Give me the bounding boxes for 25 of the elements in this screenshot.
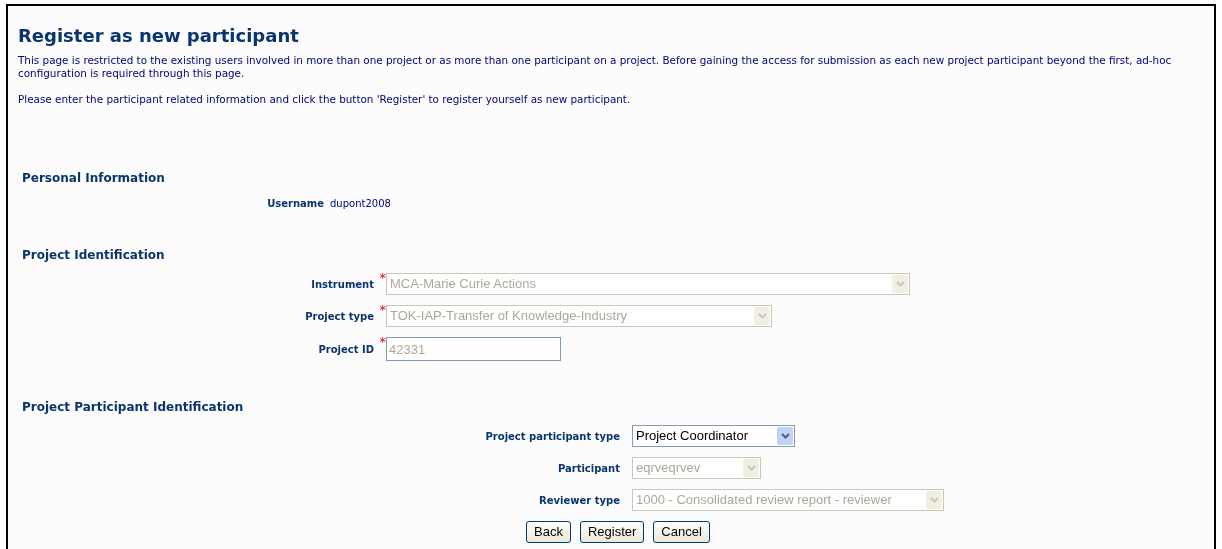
form-button[interactable]: Back [526, 521, 571, 543]
page-title: Register as new participant [18, 24, 299, 48]
select-field: TOK-IAP-Transfer of Knowledge-Industry [386, 305, 772, 327]
required-asterisk: * [379, 334, 386, 349]
required-asterisk: * [379, 270, 386, 285]
select-field: 1000 - Consolidated review report - reviewer [632, 489, 944, 511]
section-heading: Personal Information [22, 170, 165, 186]
field-label: Username [267, 197, 324, 211]
form-button[interactable]: Cancel [653, 521, 710, 543]
field-label: Reviewer type [539, 493, 620, 508]
field-label: Instrument [311, 277, 374, 292]
required-asterisk: * [379, 302, 386, 317]
select-field: eqrveqrvev [632, 457, 761, 479]
select-field: MCA-Marie Curie Actions [386, 273, 910, 295]
field-label: Project ID [318, 342, 374, 357]
intro-paragraph: This page is restricted to the existing users involved in more than one project or as more than one participant on a project. Before gaining the access for submission as each new project participant beyond the first, ad-hoc configuration is required through this page. [18, 54, 1173, 80]
form-button[interactable]: Register [579, 521, 645, 543]
section-heading: Project Identification [22, 247, 165, 263]
field-label: Project participant type [485, 429, 620, 444]
select-field[interactable]: Project Coordinator [632, 425, 795, 447]
field-label: Participant [557, 461, 620, 476]
field-label: Project type [305, 309, 374, 324]
username-value: dupont2008 [330, 197, 391, 211]
intro-paragraph: Please enter the participant related information and click the button 'Register' to register yourself as new participant. [18, 93, 632, 106]
section-heading: Project Participant Identification [22, 399, 244, 415]
